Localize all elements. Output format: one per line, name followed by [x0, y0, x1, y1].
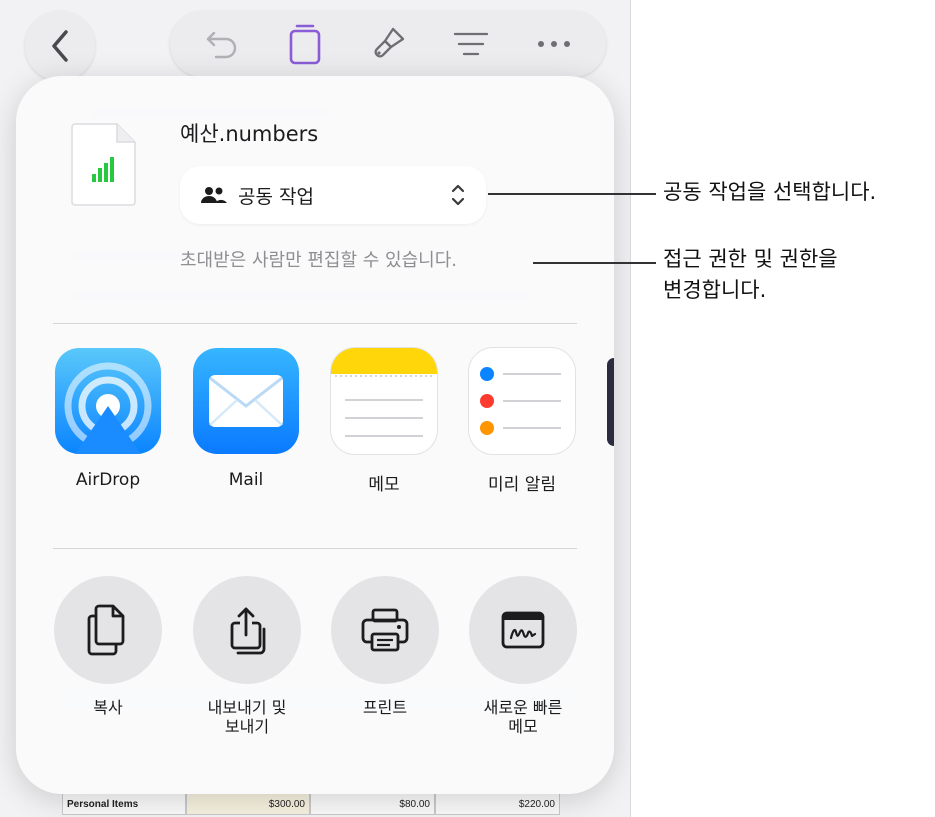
chevron-left-icon [52, 30, 68, 62]
more-icon [538, 41, 571, 47]
more-button[interactable] [530, 20, 578, 68]
mail-icon [193, 348, 299, 454]
next-app-peek[interactable] [607, 358, 614, 446]
action-copy[interactable]: 복사 [44, 576, 172, 717]
action-label: 새로운 빠른 메모 [483, 698, 563, 736]
back-button[interactable] [25, 11, 95, 81]
quick-note-icon [501, 611, 545, 649]
format-brush-button[interactable] [364, 20, 412, 68]
toolbar [170, 11, 606, 77]
divider [53, 323, 577, 324]
app-label: Mail [228, 470, 264, 490]
action-print[interactable]: 프린트 [321, 576, 449, 717]
collaboration-selector[interactable]: 공동 작업 [180, 166, 486, 224]
share-app-airdrop[interactable]: AirDrop [53, 348, 163, 490]
action-circle [469, 576, 577, 684]
app-label: 메모 [368, 475, 400, 495]
paintbrush-icon [374, 27, 405, 58]
action-circle [193, 576, 301, 684]
callout-collab: 공동 작업을 선택합니다. [663, 180, 877, 204]
print-icon [361, 608, 409, 652]
callout-line-access [533, 262, 656, 264]
share-app-mail[interactable]: Mail [191, 348, 301, 490]
airdrop-icon [55, 348, 161, 454]
share-document-button[interactable] [281, 20, 329, 68]
numbers-file-icon [71, 123, 136, 206]
action-label: 복사 [93, 698, 123, 717]
action-circle [54, 576, 162, 684]
table-cell: $80.00 [310, 793, 435, 815]
notes-icon [331, 348, 437, 454]
table-cell: Personal Items [62, 793, 186, 815]
undo-icon [206, 31, 236, 59]
export-icon [230, 607, 266, 655]
file-name: 예산.numbers [180, 122, 319, 146]
table-cell: $300.00 [186, 793, 310, 815]
undo-button[interactable] [198, 20, 246, 68]
chevron-up-down-icon [451, 184, 465, 206]
callout-line-collab [488, 193, 656, 195]
action-circle [331, 576, 439, 684]
format-button[interactable] [447, 20, 495, 68]
share-app-reminders[interactable]: 미리 알림 [467, 348, 577, 495]
share-sheet: 예산.numbers 공동 작업 초대받은 사람만 편집할 수 있습니다. Ai… [16, 76, 614, 794]
document-icon [289, 24, 321, 65]
app-label: 미리 알림 [488, 475, 556, 495]
access-permission-text[interactable]: 초대받은 사람만 편집할 수 있습니다. [180, 246, 457, 272]
action-label: 내보내기 및 보내기 [207, 698, 287, 736]
copy-icon [87, 604, 125, 656]
app-label: AirDrop [75, 470, 141, 490]
action-label: 프린트 [362, 698, 408, 717]
background-table-row: Personal Items $300.00 $80.00 $220.00 [62, 793, 560, 817]
collaboration-label: 공동 작업 [238, 185, 314, 208]
divider [53, 548, 577, 549]
share-app-notes[interactable]: 메모 [329, 348, 439, 495]
action-export-send[interactable]: 내보내기 및 보내기 [183, 576, 311, 736]
format-icon [454, 32, 489, 56]
reminders-icon [469, 348, 575, 454]
callout-access: 접근 권한 및 권한을 변경합니다. [663, 247, 838, 302]
table-cell: $220.00 [435, 793, 560, 815]
action-quick-note[interactable]: 새로운 빠른 메모 [459, 576, 587, 736]
people-icon [201, 187, 227, 203]
device-screen: Personal Items $300.00 $80.00 $220.00 예산… [0, 0, 631, 817]
